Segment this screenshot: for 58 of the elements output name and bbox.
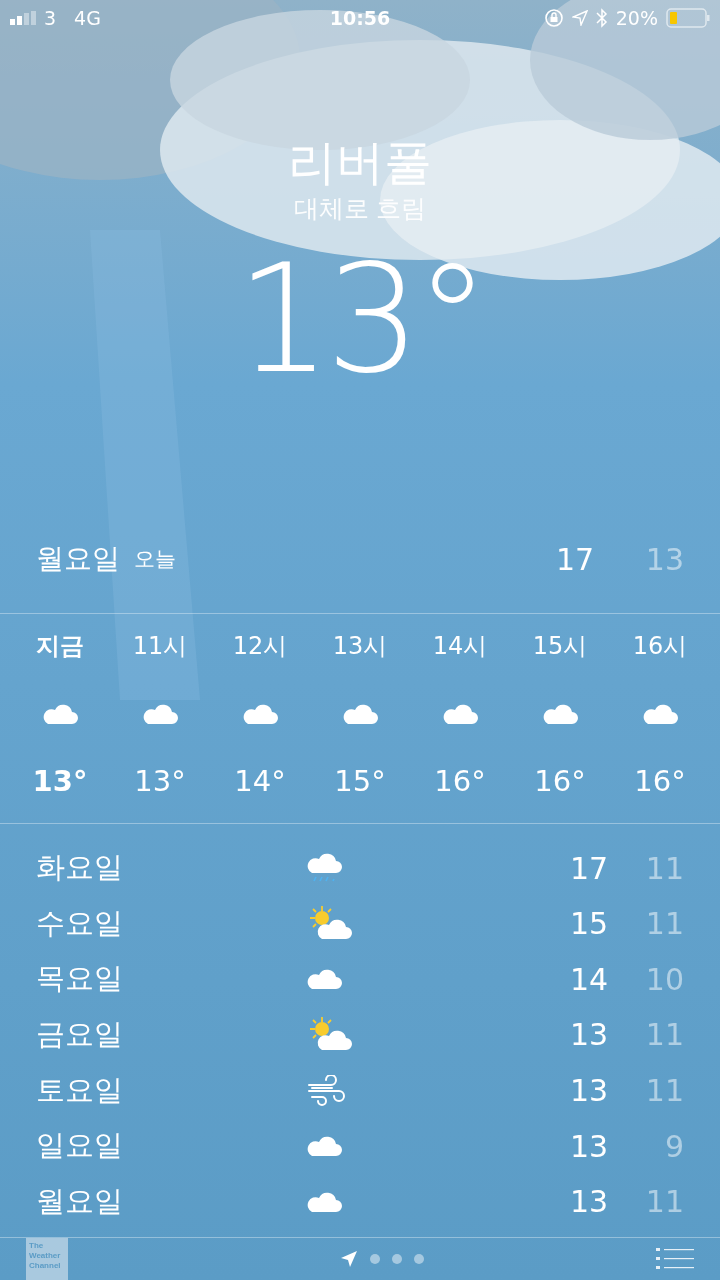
hour-label: 13시 [332,630,388,662]
hour-temperature: 16° [534,763,586,798]
network-text: 4G [74,7,101,29]
high-temperature: 13 [568,1073,610,1109]
day-name: 목요일 [36,960,124,998]
high-temperature: 13 [568,1184,610,1220]
current-temperature: 13° [236,233,484,404]
battery-icon [666,8,710,28]
high-temperature: 15 [568,906,610,942]
hour-temperature: 16° [634,763,686,798]
day-name: 월요일 [36,1182,124,1220]
low-temperature: 11 [644,1184,684,1220]
location-arrow-icon[interactable] [340,1250,358,1268]
hour-temperature: 13° [134,763,186,798]
high-temperature: 13 [568,1128,610,1164]
hour-temperature: 16° [434,763,486,798]
hour-label: 16시 [632,630,688,662]
high-temperature: 13 [568,1017,610,1053]
page-dot[interactable] [392,1254,402,1264]
low-temperature: 11 [644,850,684,886]
low-temperature: 10 [644,961,684,997]
high-temperature: 17 [554,541,596,577]
hour-temperature: 15° [334,763,386,798]
rotation-lock-icon [543,8,564,28]
hour-label: 11시 [132,630,188,662]
hour-label: 12시 [232,630,288,662]
day-name: 금요일 [36,1015,124,1053]
day-name: 화요일 [36,849,124,887]
low-temperature: 9 [663,1128,684,1164]
weather-channel-logo[interactable]: The Weather Channel [26,1238,68,1280]
day-name: 수요일 [36,904,124,942]
high-temperature: 17 [568,850,610,886]
page-dot[interactable] [370,1254,380,1264]
low-temperature: 11 [644,906,684,942]
day-name: 일요일 [36,1127,124,1165]
wind-icon [306,1074,346,1107]
low-temperature: 11 [644,1017,684,1053]
day-name: 토요일 [36,1071,124,1109]
hour-label: 14시 [432,630,488,662]
carrier-text: 3 [44,7,57,29]
list-icon[interactable] [656,1247,694,1271]
hour-temperature: 13° [32,763,88,798]
location-arrow-icon [571,10,588,26]
cloud-icon [306,1134,342,1159]
today-day: 월요일 [36,540,120,579]
low-temperature: 11 [644,1073,684,1109]
low-temperature: 13 [644,541,684,577]
high-temperature: 14 [568,961,610,997]
today-label: 오늘 [134,546,177,574]
page-dot[interactable] [414,1254,424,1264]
battery-percent: 20% [615,7,658,29]
hour-label: 지금 [36,630,84,662]
hour-temperature: 14° [234,763,286,798]
bluetooth-icon [595,8,608,28]
clock-time: 10:56 [329,7,391,29]
hour-label: 15시 [532,630,588,662]
signal-icon [10,11,36,25]
cloud-icon [306,967,342,992]
